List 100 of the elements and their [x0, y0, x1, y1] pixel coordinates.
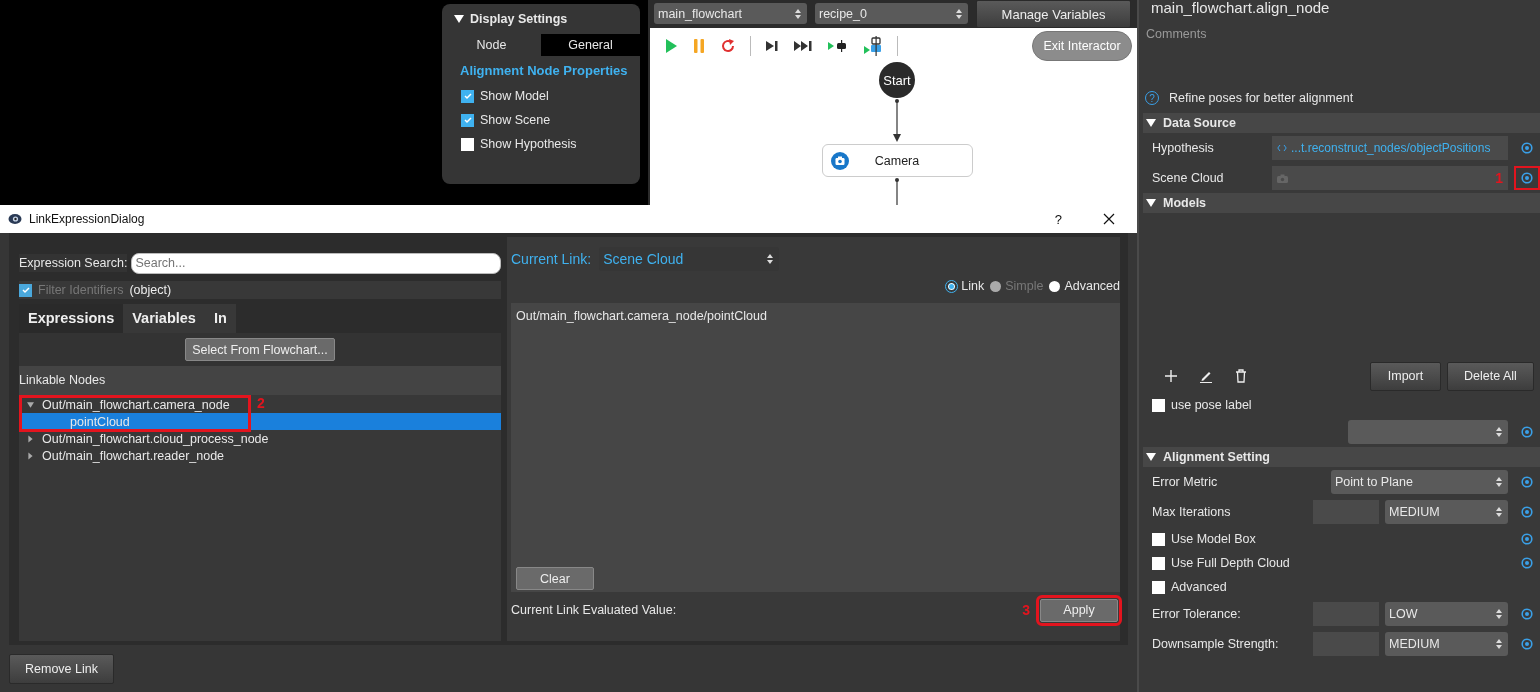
dropdown[interactable]: LOW	[1385, 602, 1508, 626]
field-label: Error Metric	[1152, 475, 1218, 489]
select-from-flowchart-button[interactable]: Select From Flowchart...	[185, 338, 335, 361]
checkbox[interactable]	[1152, 556, 1165, 570]
start-node[interactable]: Start	[879, 62, 915, 98]
callout-number: 2	[257, 395, 265, 412]
checkbox[interactable]	[1152, 532, 1165, 546]
field-label: Scene Cloud	[1152, 171, 1224, 185]
fast-forward-icon[interactable]	[793, 39, 813, 53]
checkmark-icon	[462, 115, 473, 125]
manage-variables-button[interactable]: Manage Variables	[976, 0, 1131, 28]
dropdown[interactable]: Point to Plane	[1331, 470, 1508, 494]
collapse-triangle-icon[interactable]	[1146, 198, 1156, 208]
radio-button[interactable]: Advanced	[1049, 278, 1120, 294]
camera-icon	[830, 151, 849, 170]
clear-button[interactable]: Clear	[516, 567, 594, 590]
collapse-triangle-icon[interactable]	[1146, 452, 1156, 462]
checkbox-label: Show Scene	[480, 113, 551, 127]
remove-link-button[interactable]: Remove Link	[9, 653, 114, 684]
section-header[interactable]: Alignment Setting	[1143, 447, 1540, 467]
collapse-triangle-icon[interactable]	[454, 14, 464, 24]
spinner-arrows-icon	[1496, 507, 1502, 517]
expand-triangle-icon[interactable]	[27, 433, 34, 444]
connector-arrow	[892, 99, 902, 143]
panel-title: Display Settings	[470, 12, 568, 26]
link-field[interactable]: ...t.reconstruct_nodes/objectPositions	[1272, 136, 1508, 160]
tab[interactable]: Variables	[123, 304, 205, 333]
close-icon[interactable]	[1103, 213, 1115, 225]
checkbox[interactable]	[1152, 398, 1165, 412]
toolbar-button[interactable]: Delete All	[1447, 361, 1534, 391]
code-brackets-icon	[1277, 144, 1287, 152]
step-icon[interactable]	[765, 39, 779, 53]
callout-number: 1	[1495, 170, 1503, 186]
checkbox-label: Use Full Depth Cloud	[1171, 556, 1290, 570]
field-label: Error Tolerance:	[1152, 607, 1241, 621]
link-target-icon[interactable]	[1521, 426, 1533, 438]
checkbox-label: Show Model	[480, 89, 549, 103]
flowchart-node[interactable]: Camera	[821, 144, 973, 177]
tab[interactable]: Node	[442, 34, 541, 56]
expand-triangle-icon[interactable]	[27, 450, 34, 461]
spinner-arrows-icon	[1496, 477, 1502, 487]
link-target-icon[interactable]	[1521, 476, 1533, 488]
spinner-arrows-icon	[795, 8, 801, 19]
checkbox-label: Use Model Box	[1171, 532, 1256, 546]
tree-item[interactable]: Out/main_flowchart.reader_node	[19, 447, 229, 464]
window-title: LinkExpressionDialog	[29, 212, 145, 226]
add-icon[interactable]	[1165, 370, 1177, 382]
field-label: Hypothesis	[1152, 141, 1214, 155]
recipe-dropdown[interactable]: recipe_0	[815, 3, 968, 24]
checkmark-icon	[462, 91, 473, 101]
comments-field[interactable]: Comments	[1143, 27, 1540, 83]
checkbox[interactable]	[461, 113, 474, 127]
checkbox-label: Advanced	[1171, 580, 1227, 594]
current-link-dropdown[interactable]: Scene Cloud	[599, 247, 780, 271]
link-target-icon[interactable]	[1521, 533, 1533, 545]
list-header: Linkable Nodes	[19, 366, 501, 395]
tree-item[interactable]: Out/main_flowchart.cloud_process_node	[19, 430, 273, 447]
link-target-icon[interactable]	[1521, 142, 1533, 154]
tab[interactable]: General	[541, 34, 640, 56]
checkbox[interactable]	[461, 137, 474, 151]
trash-icon[interactable]	[1235, 369, 1247, 383]
description-text: Refine poses for better alignment	[1169, 91, 1354, 105]
link-target-icon[interactable]	[1521, 172, 1533, 184]
link-target-icon[interactable]	[1521, 506, 1533, 518]
section-header[interactable]: Data Source	[1143, 113, 1540, 133]
section-header[interactable]: Models	[1143, 193, 1540, 213]
link-target-icon[interactable]	[1521, 638, 1533, 650]
dropdown[interactable]: MEDIUM	[1385, 500, 1508, 524]
spinner-arrows-icon	[1496, 609, 1502, 619]
expression-editor[interactable]: Out/main_flowchart.camera_node/pointCloud Clear	[511, 303, 1120, 592]
field-label: Current Link:	[511, 251, 592, 267]
field-label: Max Iterations	[1152, 505, 1231, 519]
node-title: main_flowchart.align_node	[1150, 0, 1331, 18]
search-field[interactable]: Search...	[131, 252, 501, 274]
spinner-arrows-icon	[1496, 639, 1502, 649]
radio-button[interactable]: Link	[946, 278, 985, 294]
section-heading: Alignment Node Properties	[459, 62, 629, 80]
field-label: Current Link Evaluated Value:	[511, 603, 677, 617]
checkbox-label: Show Hypothesis	[480, 137, 577, 151]
restart-icon[interactable]	[720, 38, 736, 54]
checkbox[interactable]	[461, 89, 474, 103]
flowchart-dropdown[interactable]: main_flowchart	[654, 3, 807, 24]
edit-icon[interactable]	[1199, 369, 1213, 383]
spinner-arrows-icon	[956, 8, 962, 19]
radio-button: Simple	[990, 278, 1044, 294]
help-button[interactable]: ?	[1048, 210, 1068, 228]
link-target-icon[interactable]	[1521, 608, 1533, 620]
run-node-icon[interactable]	[863, 36, 883, 56]
checkbox[interactable]	[1152, 580, 1165, 594]
collapse-triangle-icon[interactable]	[1146, 118, 1156, 128]
run-to-node-icon[interactable]	[827, 39, 849, 53]
camera-icon	[1277, 173, 1288, 183]
collapse-triangle-icon[interactable]	[27, 399, 34, 410]
toolbar-button[interactable]: Import	[1370, 361, 1441, 391]
field-label: Expression Search:	[19, 254, 128, 272]
tree-item[interactable]: Out/main_flowchart.camera_node	[19, 396, 234, 413]
link-target-icon[interactable]	[1521, 557, 1533, 569]
app-eye-icon	[8, 213, 22, 225]
dropdown[interactable]: MEDIUM	[1385, 632, 1508, 656]
tab[interactable]: In	[204, 304, 236, 333]
